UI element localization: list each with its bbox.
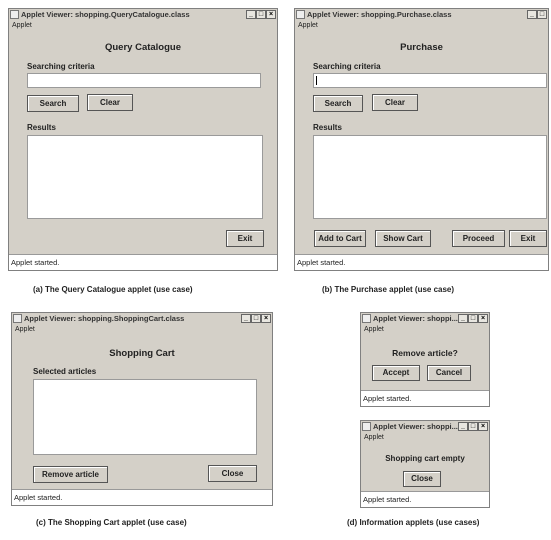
results-label: Results — [313, 123, 342, 132]
minimize-icon[interactable]: _ — [246, 10, 256, 19]
menu-applet[interactable]: Applet — [295, 21, 548, 31]
remove-article-button[interactable]: Remove article — [33, 466, 108, 483]
selected-articles-label: Selected articles — [33, 367, 97, 376]
dialog-message: Remove article? — [392, 348, 458, 358]
purchase-window: Applet Viewer: shopping.Purchase.class _… — [294, 8, 549, 271]
page-title: Shopping Cart — [109, 348, 175, 359]
status-bar: Applet started. — [12, 489, 272, 505]
caption-a: (a) The Query Catalogue applet (use case… — [33, 285, 193, 294]
menu-applet[interactable]: Applet — [9, 21, 277, 31]
window-title: Applet Viewer: shoppi... — [373, 314, 458, 323]
minimize-icon[interactable]: _ — [458, 422, 468, 431]
results-label: Results — [27, 123, 56, 132]
search-button[interactable]: Search — [313, 95, 363, 112]
exit-button[interactable]: Exit — [226, 230, 264, 247]
maximize-icon[interactable]: □ — [468, 314, 478, 323]
search-input[interactable] — [313, 73, 547, 88]
window-title: Applet Viewer: shoppi... — [373, 422, 458, 431]
results-list[interactable] — [313, 135, 547, 219]
add-to-cart-button[interactable]: Add to Cart — [314, 230, 366, 247]
status-bar: Applet started. — [295, 254, 548, 270]
maximize-icon[interactable]: □ — [468, 422, 478, 431]
java-app-icon — [13, 314, 22, 323]
proceed-button[interactable]: Proceed — [452, 230, 505, 247]
close-icon[interactable]: × — [261, 314, 271, 323]
status-bar: Applet started. — [9, 254, 277, 270]
maximize-icon[interactable]: □ — [251, 314, 261, 323]
minimize-icon[interactable]: _ — [527, 10, 537, 19]
title-bar: Applet Viewer: shopping.ShoppingCart.cla… — [12, 313, 272, 325]
title-bar: Applet Viewer: shopping.QueryCatalogue.c… — [9, 9, 277, 21]
java-app-icon — [362, 422, 371, 431]
search-button[interactable]: Search — [27, 95, 79, 112]
text-cursor — [316, 76, 317, 85]
minimize-icon[interactable]: _ — [241, 314, 251, 323]
status-bar: Applet started. — [361, 390, 489, 406]
results-list[interactable] — [27, 135, 263, 219]
window-title: Applet Viewer: shopping.QueryCatalogue.c… — [21, 10, 190, 19]
page-title: Purchase — [400, 42, 443, 53]
caption-d: (d) Information applets (use cases) — [347, 518, 480, 527]
maximize-icon[interactable]: □ — [256, 10, 266, 19]
maximize-icon[interactable]: □ — [537, 10, 547, 19]
selected-articles-list[interactable] — [33, 379, 257, 455]
page-title: Query Catalogue — [104, 42, 182, 53]
menu-applet[interactable]: Applet — [12, 325, 272, 335]
window-title: Applet Viewer: shopping.ShoppingCart.cla… — [24, 314, 185, 323]
shopping-cart-window: Applet Viewer: shopping.ShoppingCart.cla… — [11, 312, 273, 506]
status-bar: Applet started. — [361, 491, 489, 507]
java-app-icon — [10, 10, 19, 19]
criteria-label: Searching criteria — [313, 62, 381, 71]
window-title: Applet Viewer: shopping.Purchase.class — [307, 10, 452, 19]
cart-empty-dialog: Applet Viewer: shoppi... _ □ × Applet Sh… — [360, 420, 490, 508]
title-bar: Applet Viewer: shopping.Purchase.class _… — [295, 9, 548, 21]
show-cart-button[interactable]: Show Cart — [375, 230, 431, 247]
java-app-icon — [296, 10, 305, 19]
query-catalogue-window: Applet Viewer: shopping.QueryCatalogue.c… — [8, 8, 278, 271]
close-button[interactable]: Close — [403, 471, 441, 487]
criteria-label: Searching criteria — [27, 62, 95, 71]
exit-button[interactable]: Exit — [509, 230, 547, 247]
menu-applet[interactable]: Applet — [361, 433, 489, 443]
search-input[interactable] — [27, 73, 261, 88]
java-app-icon — [362, 314, 371, 323]
minimize-icon[interactable]: _ — [458, 314, 468, 323]
clear-button[interactable]: Clear — [372, 94, 418, 111]
close-icon[interactable]: × — [478, 314, 488, 323]
clear-button[interactable]: Clear — [87, 94, 133, 111]
close-icon[interactable]: × — [478, 422, 488, 431]
caption-c: (c) The Shopping Cart applet (use case) — [36, 518, 187, 527]
close-icon[interactable]: × — [266, 10, 276, 19]
cancel-button[interactable]: Cancel — [427, 365, 471, 381]
accept-button[interactable]: Accept — [372, 365, 420, 381]
remove-article-dialog: Applet Viewer: shoppi... _ □ × Applet Re… — [360, 312, 490, 407]
menu-applet[interactable]: Applet — [361, 325, 489, 335]
dialog-message: Shopping cart empty — [385, 454, 465, 463]
caption-b: (b) The Purchase applet (use case) — [322, 285, 455, 294]
title-bar: Applet Viewer: shoppi... _ □ × — [361, 421, 489, 433]
title-bar: Applet Viewer: shoppi... _ □ × — [361, 313, 489, 325]
close-button[interactable]: Close — [208, 465, 257, 482]
